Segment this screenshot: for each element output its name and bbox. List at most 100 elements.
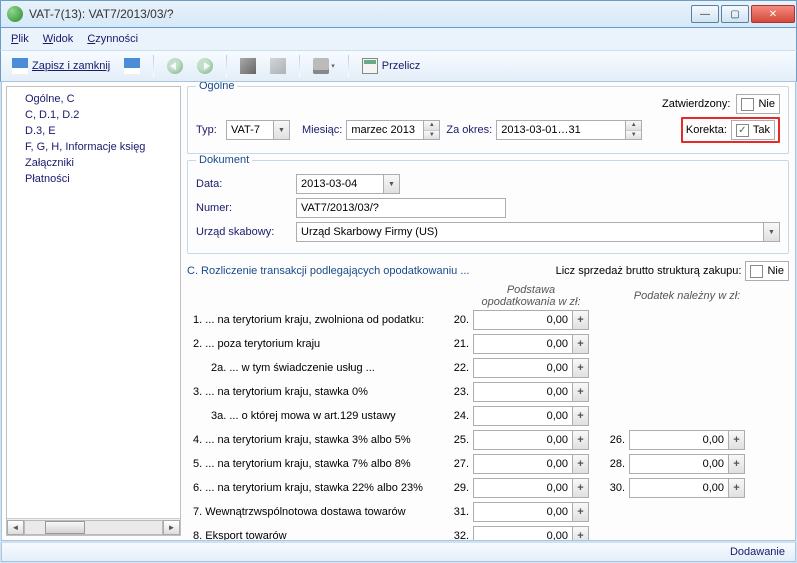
cell-number: 32.: [447, 530, 473, 540]
value-input[interactable]: 0,00: [473, 430, 573, 450]
grid-row: 5. ... na terytorium kraju, stawka 7% al…: [187, 452, 789, 476]
date-field[interactable]: 2013-03-04: [296, 174, 384, 194]
plus-button[interactable]: +: [573, 526, 589, 540]
cell-number: 24.: [447, 410, 473, 422]
sidebar-item[interactable]: D.3, E: [25, 123, 178, 139]
tools-button[interactable]: [235, 54, 261, 78]
sidebar-item[interactable]: Płatności: [25, 171, 178, 187]
cell-number: 31.: [447, 506, 473, 518]
value-input[interactable]: 0,00: [629, 430, 729, 450]
sidebar-item[interactable]: F, G, H, Informacje księg: [25, 139, 178, 155]
cell-number: 29.: [447, 482, 473, 494]
scroll-thumb[interactable]: [45, 521, 85, 534]
plus-button[interactable]: +: [573, 310, 589, 330]
plus-button[interactable]: +: [729, 430, 745, 450]
value-cell: 0,00+: [473, 478, 589, 498]
cell-number: 30.: [603, 482, 629, 494]
type-dropdown-button[interactable]: ▼: [274, 120, 290, 140]
sidebar-item[interactable]: Ogólne, C: [25, 91, 178, 107]
save-close-button[interactable]: Zapisz i zamknij: [7, 54, 115, 78]
value-input[interactable]: 0,00: [629, 454, 729, 474]
grid-row: 2. ... poza terytorium kraju21.0,00+: [187, 332, 789, 356]
menu-bar: Plik Widok Czynności: [0, 28, 797, 50]
month-label: Miesiąc:: [302, 124, 342, 136]
period-field[interactable]: 2013-03-01…31: [496, 120, 626, 140]
value-input[interactable]: 0,00: [473, 334, 573, 354]
value-input[interactable]: 0,00: [473, 502, 573, 522]
approved-checkbox[interactable]: Nie: [736, 94, 780, 114]
legend-general: Ogólne: [196, 82, 237, 92]
print-button[interactable]: ▾: [308, 54, 340, 78]
menu-view[interactable]: Widok: [43, 33, 74, 45]
grid-row: 3a. ... o której mowa w art.129 ustawy24…: [187, 404, 789, 428]
value-input[interactable]: 0,00: [473, 454, 573, 474]
plus-button[interactable]: +: [573, 382, 589, 402]
approved-label: Zatwierdzony:: [662, 98, 730, 110]
value-cell: 0,00+: [473, 310, 589, 330]
cell-number: 23.: [447, 386, 473, 398]
sidebar-item[interactable]: C, D.1, D.2: [25, 107, 178, 123]
value-input[interactable]: 0,00: [473, 526, 573, 540]
status-bar: Dodawanie: [1, 542, 796, 562]
plus-button[interactable]: +: [729, 454, 745, 474]
nav-back-button[interactable]: [162, 54, 188, 78]
number-field[interactable]: VAT7/2013/03/?: [296, 198, 506, 218]
value-cell: 0,00+: [473, 406, 589, 426]
save-button[interactable]: [119, 54, 145, 78]
status-text: Dodawanie: [730, 546, 785, 558]
row-desc: 1. ... na terytorium kraju, zwolniona od…: [187, 314, 447, 326]
plus-button[interactable]: +: [573, 430, 589, 450]
value-input[interactable]: 0,00: [629, 478, 729, 498]
scroll-track[interactable]: [24, 520, 163, 535]
calculator-icon: [362, 58, 378, 74]
value-input[interactable]: 0,00: [473, 358, 573, 378]
date-dropdown-button[interactable]: ▼: [384, 174, 400, 194]
plus-button[interactable]: +: [573, 454, 589, 474]
month-spinner[interactable]: ▲▼: [424, 120, 440, 140]
month-field[interactable]: marzec 2013: [346, 120, 424, 140]
value-cell: 0,00+: [629, 454, 745, 474]
type-field[interactable]: VAT-7: [226, 120, 274, 140]
brutto-checkbox[interactable]: Nie: [745, 261, 789, 281]
scroll-right-button[interactable]: ►: [163, 520, 180, 535]
window-title: VAT-7(13): VAT7/2013/03/?: [29, 7, 690, 21]
menu-file[interactable]: Plik: [11, 33, 29, 45]
plus-button[interactable]: +: [729, 478, 745, 498]
value-input[interactable]: 0,00: [473, 382, 573, 402]
minimize-button[interactable]: —: [691, 5, 719, 23]
nav-forward-button[interactable]: [192, 54, 218, 78]
brutto-label: Licz sprzedaż brutto strukturą zakupu:: [556, 265, 742, 277]
row-desc: 3. ... na terytorium kraju, stawka 0%: [187, 386, 447, 398]
row-desc: 3a. ... o której mowa w art.129 ustawy: [187, 410, 447, 422]
row-desc: 4. ... na terytorium kraju, stawka 3% al…: [187, 434, 447, 446]
sidebar-scrollbar[interactable]: ◄ ►: [7, 518, 180, 535]
value-cell: 0,00+: [473, 454, 589, 474]
office-dropdown-button[interactable]: ▼: [764, 222, 780, 242]
checkbox-checked-icon: [736, 124, 749, 137]
value-input[interactable]: 0,00: [473, 310, 573, 330]
plus-button[interactable]: +: [573, 406, 589, 426]
korekta-checkbox[interactable]: Tak: [731, 120, 775, 140]
maximize-button[interactable]: ▢: [721, 5, 749, 23]
value-input[interactable]: 0,00: [473, 406, 573, 426]
menu-actions[interactable]: Czynności: [87, 33, 138, 45]
sidebar-item[interactable]: Załączniki: [25, 155, 178, 171]
close-button[interactable]: ✕: [751, 5, 795, 23]
value-input[interactable]: 0,00: [473, 478, 573, 498]
title-bar: VAT-7(13): VAT7/2013/03/? — ▢ ✕: [0, 0, 797, 28]
period-spinner[interactable]: ▲▼: [626, 120, 642, 140]
grid-row: 8. Eksport towarów32.0,00+: [187, 524, 789, 540]
plus-button[interactable]: +: [573, 334, 589, 354]
value-cell: 0,00+: [629, 478, 745, 498]
recalc-button[interactable]: Przelicz: [357, 54, 426, 78]
korekta-highlight: Korekta: Tak: [681, 117, 780, 143]
office-field[interactable]: Urząd Skarbowy Firmy (US): [296, 222, 764, 242]
scroll-left-button[interactable]: ◄: [7, 520, 24, 535]
plus-button[interactable]: +: [573, 502, 589, 522]
row-desc: 2. ... poza terytorium kraju: [187, 338, 447, 350]
plus-button[interactable]: +: [573, 478, 589, 498]
plus-button[interactable]: +: [573, 358, 589, 378]
checkbox-icon: [741, 98, 754, 111]
group-general: Ogólne Zatwierdzony: Nie Typ: VAT-7 ▼ Mi…: [187, 86, 789, 154]
settings-button[interactable]: [265, 54, 291, 78]
